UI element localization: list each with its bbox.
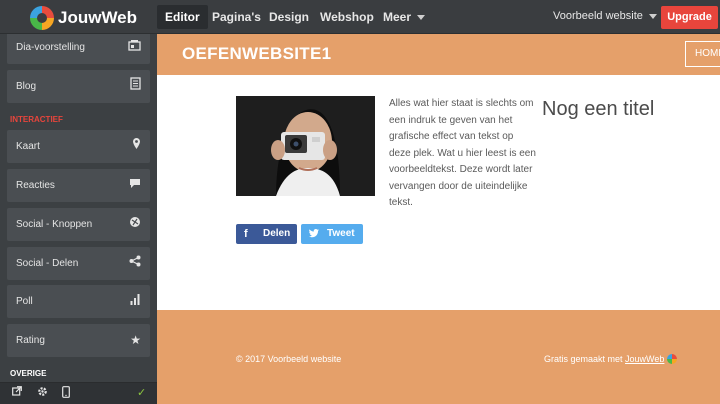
star-icon: ★ (130, 333, 141, 347)
facebook-share-label: Delen (263, 228, 291, 239)
social-buttons-icon (129, 208, 141, 241)
mobile-icon[interactable] (62, 386, 70, 401)
footer-made-prefix: Gratis gemaakt met (544, 354, 623, 364)
sidebar-item-social-knoppen[interactable]: Social - Knoppen (7, 208, 150, 241)
gear-icon[interactable] (37, 386, 48, 400)
sidebar-item-dia-voorstelling[interactable]: Dia-voorstelling (7, 34, 150, 64)
facebook-icon: f (244, 228, 248, 240)
site-content: Alles wat hier staat is slechts om een i… (157, 75, 720, 310)
content-text[interactable]: Alles wat hier staat is slechts om een i… (389, 96, 537, 212)
sidebar-item-label: Social - Knoppen (16, 219, 93, 230)
sidebar-item-reacties[interactable]: Reacties (7, 169, 150, 202)
sidebar-item-label: Blog (16, 81, 37, 92)
sidebar-item-label: Kaart (16, 141, 40, 152)
sidebar-item-social-delen[interactable]: Social - Delen (7, 247, 150, 280)
jouwweb-logo-icon[interactable] (30, 6, 54, 30)
chevron-down-icon (648, 13, 657, 19)
top-bar: JouwWeb Editor Pagina's Design Webshop M… (0, 0, 720, 34)
bar-chart-icon (130, 285, 141, 318)
twitter-share-label: Tweet (327, 228, 355, 239)
content-heading[interactable]: Nog een titel (542, 98, 654, 121)
nav-editor[interactable]: Editor (157, 5, 208, 29)
sidebar-item-rating[interactable]: Rating ★ (7, 324, 150, 357)
nav-meer[interactable]: Meer (375, 5, 433, 29)
site-selector-label: Voorbeeld website (553, 10, 643, 22)
external-link-icon[interactable] (12, 386, 22, 399)
section-header-interactief: INTERACTIEF (10, 115, 63, 124)
footer-jouwweb-link[interactable]: JouwWeb (625, 354, 664, 364)
site-footer: © 2017 Voorbeeld website Gratis gemaakt … (157, 310, 720, 404)
blog-icon (130, 70, 141, 103)
app-brand[interactable]: JouwWeb (58, 8, 137, 28)
facebook-share-button[interactable]: f Delen (236, 224, 297, 244)
section-header-overige: OVERIGE (10, 369, 47, 378)
sidebar-item-poll[interactable]: Poll (7, 285, 150, 318)
comment-icon (129, 169, 141, 202)
sidebar-item-kaart[interactable]: Kaart (7, 130, 150, 163)
jouwweb-logo-icon (667, 354, 678, 364)
sidebar-item-label: Social - Delen (16, 258, 79, 269)
sidebar-item-label: Dia-voorstelling (16, 42, 85, 53)
chevron-down-icon (417, 15, 426, 21)
site-preview: OEFENWEBSITE1 HOME Alles wat hier staat … (157, 34, 720, 404)
nav-paginas[interactable]: Pagina's (204, 5, 269, 29)
slideshow-icon (128, 34, 141, 64)
upgrade-button[interactable]: Upgrade (661, 6, 718, 29)
twitter-icon (309, 224, 319, 244)
footer-copyright: © 2017 Voorbeeld website (236, 354, 342, 364)
sidebar-item-label: Reacties (16, 180, 55, 191)
footer-made-with: Gratis gemaakt met JouwWeb (544, 354, 678, 364)
sidebar-item-label: Rating (16, 335, 45, 346)
checkmark-icon[interactable]: ✓ (137, 386, 146, 399)
sidebar-item-label: Poll (16, 296, 33, 307)
content-image[interactable] (236, 96, 375, 196)
twitter-share-button[interactable]: Tweet (301, 224, 363, 244)
nav-webshop[interactable]: Webshop (312, 5, 382, 29)
site-header: OEFENWEBSITE1 HOME (157, 34, 720, 75)
sidebar-item-blog[interactable]: Blog (7, 70, 150, 103)
sidebar-footer: ✓ (0, 382, 157, 404)
map-pin-icon (132, 130, 141, 163)
site-nav-home[interactable]: HOME (685, 41, 720, 67)
nav-meer-label: Meer (383, 10, 412, 24)
share-icon (129, 247, 141, 280)
nav-design[interactable]: Design (261, 5, 317, 29)
site-title[interactable]: OEFENWEBSITE1 (182, 44, 331, 64)
sidebar: Dia-voorstelling Blog INTERACTIEF Kaart … (0, 34, 157, 404)
site-selector[interactable]: Voorbeeld website (553, 10, 657, 22)
